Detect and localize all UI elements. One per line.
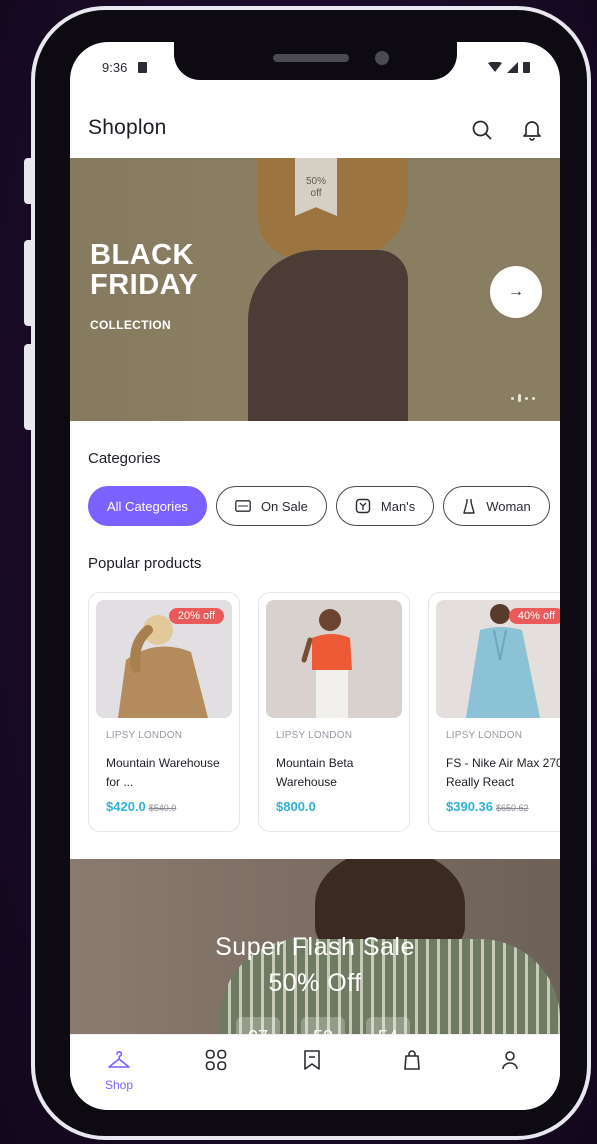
discount-badge: 20% off — [168, 608, 224, 624]
grid-icon — [205, 1049, 227, 1071]
chip-label: All Categories — [107, 498, 188, 514]
chip-all-categories[interactable]: All Categories — [88, 486, 207, 526]
chip-label: Woman — [486, 498, 531, 514]
chip-on-sale[interactable]: On Sale — [215, 486, 327, 526]
tag-off: off — [310, 188, 322, 199]
product-image: 40% off — [436, 600, 560, 718]
current-price: $800.0 — [276, 799, 316, 814]
shirt-icon — [355, 498, 371, 514]
old-price: $650.62 — [496, 803, 529, 813]
bookmark-icon — [304, 1050, 320, 1070]
product-brand: LIPSY LONDON — [446, 730, 523, 741]
hanger-icon — [108, 1051, 130, 1068]
arrow-right-icon: → — [508, 283, 524, 300]
current-price: $390.36 — [446, 799, 493, 814]
product-price: $390.36 $650.62 — [446, 799, 529, 814]
product-price: $420.0 $540.0 — [106, 799, 176, 814]
hero-model-pants — [248, 250, 408, 421]
categories-title: Categories — [88, 450, 161, 467]
popular-products-list: 20% off LIPSY LONDON Mountain Warehouse … — [88, 592, 560, 832]
carousel-dot-active[interactable] — [518, 394, 521, 402]
status-time: 9:36 — [102, 60, 128, 75]
nav-cart[interactable] — [382, 1049, 442, 1076]
carousel-indicator — [511, 394, 535, 402]
brand-logo: Shoplon — [88, 116, 167, 139]
nav-shop-label: Shop — [104, 1078, 134, 1092]
wifi-icon — [488, 61, 502, 72]
hero-title-line1: BLACK — [90, 239, 194, 271]
product-brand: LIPSY LONDON — [106, 730, 183, 741]
product-card[interactable]: 20% off LIPSY LONDON Mountain Warehouse … — [88, 592, 240, 832]
hero-subtitle: COLLECTION — [90, 318, 171, 332]
search-icon[interactable] — [470, 118, 494, 142]
battery-icon — [523, 62, 530, 73]
chip-label: Man's — [380, 498, 416, 514]
product-image: 20% off — [96, 600, 232, 718]
product-name: Mountain Beta Warehouse — [276, 756, 354, 789]
status-icons — [488, 61, 530, 73]
flash-sale-banner[interactable]: Super Flash Sale 50% Off 07 : 58 : 54 — [70, 859, 560, 1059]
speaker-grille — [273, 54, 349, 62]
nav-bookmarks[interactable] — [282, 1049, 342, 1076]
carousel-dot[interactable] — [532, 396, 535, 400]
app-screen: 9:36 Shoplon 50% off BLACK FRIDAY COLLEC… — [70, 42, 560, 1110]
carousel-dot[interactable] — [525, 396, 528, 400]
hero-title: BLACK FRIDAY — [90, 240, 198, 300]
category-chips: All Categories On Sale Man's Woman — [88, 486, 550, 526]
dress-icon — [463, 499, 475, 514]
product-price: $800.0 — [276, 799, 316, 814]
sim-icon — [138, 62, 147, 73]
hero-banner[interactable]: 50% off BLACK FRIDAY COLLECTION → — [70, 158, 560, 421]
phone-notch — [174, 42, 457, 80]
app-header: Shoplon — [70, 102, 560, 152]
nav-shop[interactable]: Shop — [89, 1049, 149, 1092]
chip-woman[interactable]: Woman — [443, 486, 550, 526]
nav-categories[interactable] — [186, 1049, 246, 1076]
hero-next-button[interactable]: → — [490, 266, 542, 318]
product-card[interactable]: 40% off LIPSY LONDON FS - Nike Air Max 2… — [428, 592, 560, 832]
chip-mans[interactable]: Man's — [335, 486, 435, 526]
bottom-navigation: Shop — [70, 1034, 560, 1110]
flash-sale-line1: Super Flash Sale — [215, 933, 415, 961]
product-brand: LIPSY LONDON — [276, 730, 353, 741]
signal-icon — [507, 61, 518, 73]
flash-sale-headline: Super Flash Sale 50% Off — [70, 929, 560, 1001]
tag-percent: 50% — [305, 176, 326, 187]
old-price: $540.0 — [148, 803, 177, 813]
current-price: $420.0 — [106, 799, 146, 814]
nav-profile[interactable] — [480, 1049, 540, 1076]
flash-sale-line2: 50% Off — [268, 969, 362, 997]
sale-tag-icon — [235, 500, 251, 512]
popular-products-title: Popular products — [88, 555, 202, 572]
product-name: FS - Nike Air Max 270 Really React — [446, 756, 560, 789]
front-camera — [375, 51, 389, 65]
product-image — [266, 600, 402, 718]
notification-bell-icon[interactable] — [520, 118, 544, 142]
discount-badge: 40% off — [508, 608, 560, 624]
user-icon — [502, 1051, 518, 1070]
hero-title-line2: FRIDAY — [90, 269, 199, 301]
shopping-bag-icon — [404, 1050, 420, 1070]
product-card[interactable]: LIPSY LONDON Mountain Beta Warehouse $80… — [258, 592, 410, 832]
carousel-dot[interactable] — [511, 396, 514, 400]
product-name: Mountain Warehouse for ... — [106, 756, 220, 789]
chip-label: On Sale — [260, 498, 308, 514]
